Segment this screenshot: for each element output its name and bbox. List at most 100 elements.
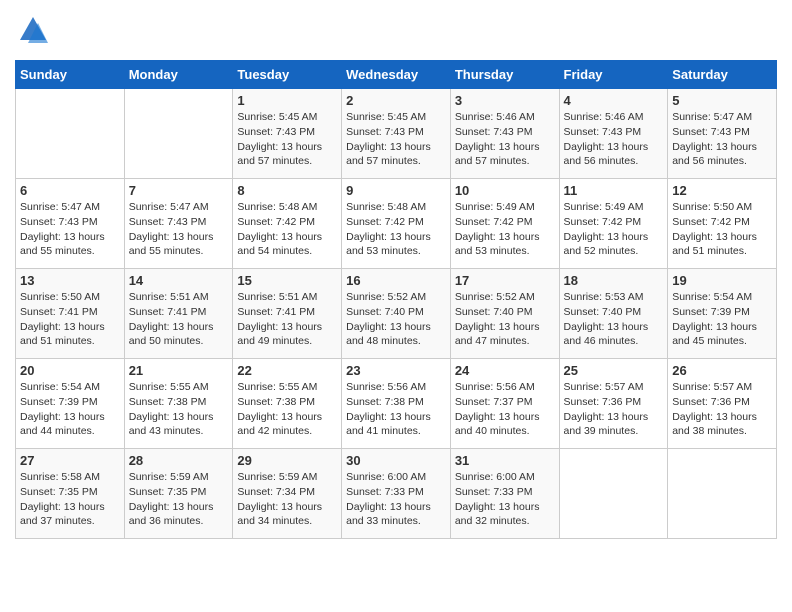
- weekday-header: Friday: [559, 61, 668, 89]
- day-number: 15: [237, 273, 337, 288]
- day-info: Sunrise: 5:52 AM Sunset: 7:40 PM Dayligh…: [346, 290, 446, 349]
- calendar-week-row: 20Sunrise: 5:54 AM Sunset: 7:39 PM Dayli…: [16, 359, 777, 449]
- page-header: [15, 15, 777, 50]
- calendar-cell: 10 Sunrise: 5:49 AM Sunset: 7:42 PM Dayli…: [450, 179, 559, 269]
- day-info: Sunrise: 6:00 AM Sunset: 7:33 PM Dayligh…: [455, 470, 555, 529]
- calendar-cell: 20Sunrise: 5:54 AM Sunset: 7:39 PM Dayli…: [16, 359, 125, 449]
- calendar-cell: 12 Sunrise: 5:50 AM Sunset: 7:42 PM Dayli…: [668, 179, 777, 269]
- day-info: Sunrise: 5:47 AM Sunset: 7:43 PM Dayligh…: [672, 110, 772, 169]
- day-number: 31: [455, 453, 555, 468]
- day-number: 29: [237, 453, 337, 468]
- day-info: Sunrise: 5:53 AM Sunset: 7:40 PM Dayligh…: [564, 290, 664, 349]
- calendar-cell: 25Sunrise: 5:57 AM Sunset: 7:36 PM Dayli…: [559, 359, 668, 449]
- day-number: 10: [455, 183, 555, 198]
- day-info: Sunrise: 5:47 AM Sunset: 7:43 PM Dayligh…: [20, 200, 120, 259]
- day-info: Sunrise: 5:58 AM Sunset: 7:35 PM Dayligh…: [20, 470, 120, 529]
- calendar-cell: 29 Sunrise: 5:59 AM Sunset: 7:34 PM Dayli…: [233, 449, 342, 539]
- calendar-week-row: 13Sunrise: 5:50 AM Sunset: 7:41 PM Dayli…: [16, 269, 777, 359]
- day-info: Sunrise: 5:55 AM Sunset: 7:38 PM Dayligh…: [129, 380, 229, 439]
- calendar-cell: [559, 449, 668, 539]
- day-number: 26: [672, 363, 772, 378]
- logo: [15, 15, 48, 50]
- calendar-header: SundayMondayTuesdayWednesdayThursdayFrid…: [16, 61, 777, 89]
- weekday-header: Monday: [124, 61, 233, 89]
- day-info: Sunrise: 5:56 AM Sunset: 7:37 PM Dayligh…: [455, 380, 555, 439]
- calendar-cell: 1 Sunrise: 5:45 AM Sunset: 7:43 PM Daylig…: [233, 89, 342, 179]
- day-info: Sunrise: 5:57 AM Sunset: 7:36 PM Dayligh…: [564, 380, 664, 439]
- calendar-cell: 6 Sunrise: 5:47 AM Sunset: 7:43 PM Daylig…: [16, 179, 125, 269]
- day-info: Sunrise: 5:50 AM Sunset: 7:42 PM Dayligh…: [672, 200, 772, 259]
- day-info: Sunrise: 5:47 AM Sunset: 7:43 PM Dayligh…: [129, 200, 229, 259]
- day-info: Sunrise: 5:46 AM Sunset: 7:43 PM Dayligh…: [455, 110, 555, 169]
- day-number: 14: [129, 273, 229, 288]
- day-info: Sunrise: 5:52 AM Sunset: 7:40 PM Dayligh…: [455, 290, 555, 349]
- day-info: Sunrise: 5:48 AM Sunset: 7:42 PM Dayligh…: [346, 200, 446, 259]
- calendar-table: SundayMondayTuesdayWednesdayThursdayFrid…: [15, 60, 777, 539]
- calendar-cell: 23 Sunrise: 5:56 AM Sunset: 7:38 PM Dayli…: [342, 359, 451, 449]
- day-number: 27: [20, 453, 120, 468]
- weekday-header: Saturday: [668, 61, 777, 89]
- weekday-header: Wednesday: [342, 61, 451, 89]
- day-number: 8: [237, 183, 337, 198]
- calendar-cell: 4Sunrise: 5:46 AM Sunset: 7:43 PM Daylig…: [559, 89, 668, 179]
- day-number: 24: [455, 363, 555, 378]
- calendar-cell: 31 Sunrise: 6:00 AM Sunset: 7:33 PM Dayli…: [450, 449, 559, 539]
- weekday-header: Tuesday: [233, 61, 342, 89]
- day-number: 2: [346, 93, 446, 108]
- day-info: Sunrise: 5:49 AM Sunset: 7:42 PM Dayligh…: [455, 200, 555, 259]
- day-number: 16: [346, 273, 446, 288]
- day-number: 19: [672, 273, 772, 288]
- calendar-cell: 17 Sunrise: 5:52 AM Sunset: 7:40 PM Dayli…: [450, 269, 559, 359]
- calendar-cell: 22 Sunrise: 5:55 AM Sunset: 7:38 PM Dayli…: [233, 359, 342, 449]
- day-info: Sunrise: 5:56 AM Sunset: 7:38 PM Dayligh…: [346, 380, 446, 439]
- day-number: 4: [564, 93, 664, 108]
- calendar-body: 1 Sunrise: 5:45 AM Sunset: 7:43 PM Daylig…: [16, 89, 777, 539]
- calendar-cell: 8 Sunrise: 5:48 AM Sunset: 7:42 PM Daylig…: [233, 179, 342, 269]
- calendar-cell: 11Sunrise: 5:49 AM Sunset: 7:42 PM Dayli…: [559, 179, 668, 269]
- calendar-cell: [668, 449, 777, 539]
- day-info: Sunrise: 5:59 AM Sunset: 7:35 PM Dayligh…: [129, 470, 229, 529]
- calendar-cell: 13Sunrise: 5:50 AM Sunset: 7:41 PM Dayli…: [16, 269, 125, 359]
- calendar-cell: 18 Sunrise: 5:53 AM Sunset: 7:40 PM Dayli…: [559, 269, 668, 359]
- calendar-cell: 30Sunrise: 6:00 AM Sunset: 7:33 PM Dayli…: [342, 449, 451, 539]
- day-number: 20: [20, 363, 120, 378]
- day-number: 18: [564, 273, 664, 288]
- calendar-cell: 26 Sunrise: 5:57 AM Sunset: 7:36 PM Dayli…: [668, 359, 777, 449]
- weekday-header: Thursday: [450, 61, 559, 89]
- day-number: 3: [455, 93, 555, 108]
- day-number: 1: [237, 93, 337, 108]
- calendar-cell: 9 Sunrise: 5:48 AM Sunset: 7:42 PM Daylig…: [342, 179, 451, 269]
- calendar-cell: 28 Sunrise: 5:59 AM Sunset: 7:35 PM Dayli…: [124, 449, 233, 539]
- day-info: Sunrise: 5:45 AM Sunset: 7:43 PM Dayligh…: [237, 110, 337, 169]
- calendar-cell: 14Sunrise: 5:51 AM Sunset: 7:41 PM Dayli…: [124, 269, 233, 359]
- day-number: 7: [129, 183, 229, 198]
- calendar-cell: 21Sunrise: 5:55 AM Sunset: 7:38 PM Dayli…: [124, 359, 233, 449]
- day-number: 9: [346, 183, 446, 198]
- calendar-cell: [16, 89, 125, 179]
- calendar-week-row: 27 Sunrise: 5:58 AM Sunset: 7:35 PM Dayli…: [16, 449, 777, 539]
- calendar-cell: 5Sunrise: 5:47 AM Sunset: 7:43 PM Daylig…: [668, 89, 777, 179]
- day-number: 28: [129, 453, 229, 468]
- calendar-cell: 7 Sunrise: 5:47 AM Sunset: 7:43 PM Daylig…: [124, 179, 233, 269]
- calendar-week-row: 1 Sunrise: 5:45 AM Sunset: 7:43 PM Daylig…: [16, 89, 777, 179]
- calendar-cell: 3 Sunrise: 5:46 AM Sunset: 7:43 PM Daylig…: [450, 89, 559, 179]
- day-number: 12: [672, 183, 772, 198]
- day-number: 17: [455, 273, 555, 288]
- day-info: Sunrise: 5:50 AM Sunset: 7:41 PM Dayligh…: [20, 290, 120, 349]
- logo-icon: [18, 15, 48, 45]
- day-number: 30: [346, 453, 446, 468]
- weekday-row: SundayMondayTuesdayWednesdayThursdayFrid…: [16, 61, 777, 89]
- day-info: Sunrise: 5:59 AM Sunset: 7:34 PM Dayligh…: [237, 470, 337, 529]
- calendar-cell: 16 Sunrise: 5:52 AM Sunset: 7:40 PM Dayli…: [342, 269, 451, 359]
- calendar-cell: 19Sunrise: 5:54 AM Sunset: 7:39 PM Dayli…: [668, 269, 777, 359]
- day-info: Sunrise: 5:51 AM Sunset: 7:41 PM Dayligh…: [237, 290, 337, 349]
- day-info: Sunrise: 5:57 AM Sunset: 7:36 PM Dayligh…: [672, 380, 772, 439]
- day-info: Sunrise: 5:48 AM Sunset: 7:42 PM Dayligh…: [237, 200, 337, 259]
- calendar-week-row: 6 Sunrise: 5:47 AM Sunset: 7:43 PM Daylig…: [16, 179, 777, 269]
- calendar-cell: 2Sunrise: 5:45 AM Sunset: 7:43 PM Daylig…: [342, 89, 451, 179]
- day-number: 22: [237, 363, 337, 378]
- day-info: Sunrise: 5:55 AM Sunset: 7:38 PM Dayligh…: [237, 380, 337, 439]
- calendar-cell: [124, 89, 233, 179]
- day-number: 6: [20, 183, 120, 198]
- day-number: 23: [346, 363, 446, 378]
